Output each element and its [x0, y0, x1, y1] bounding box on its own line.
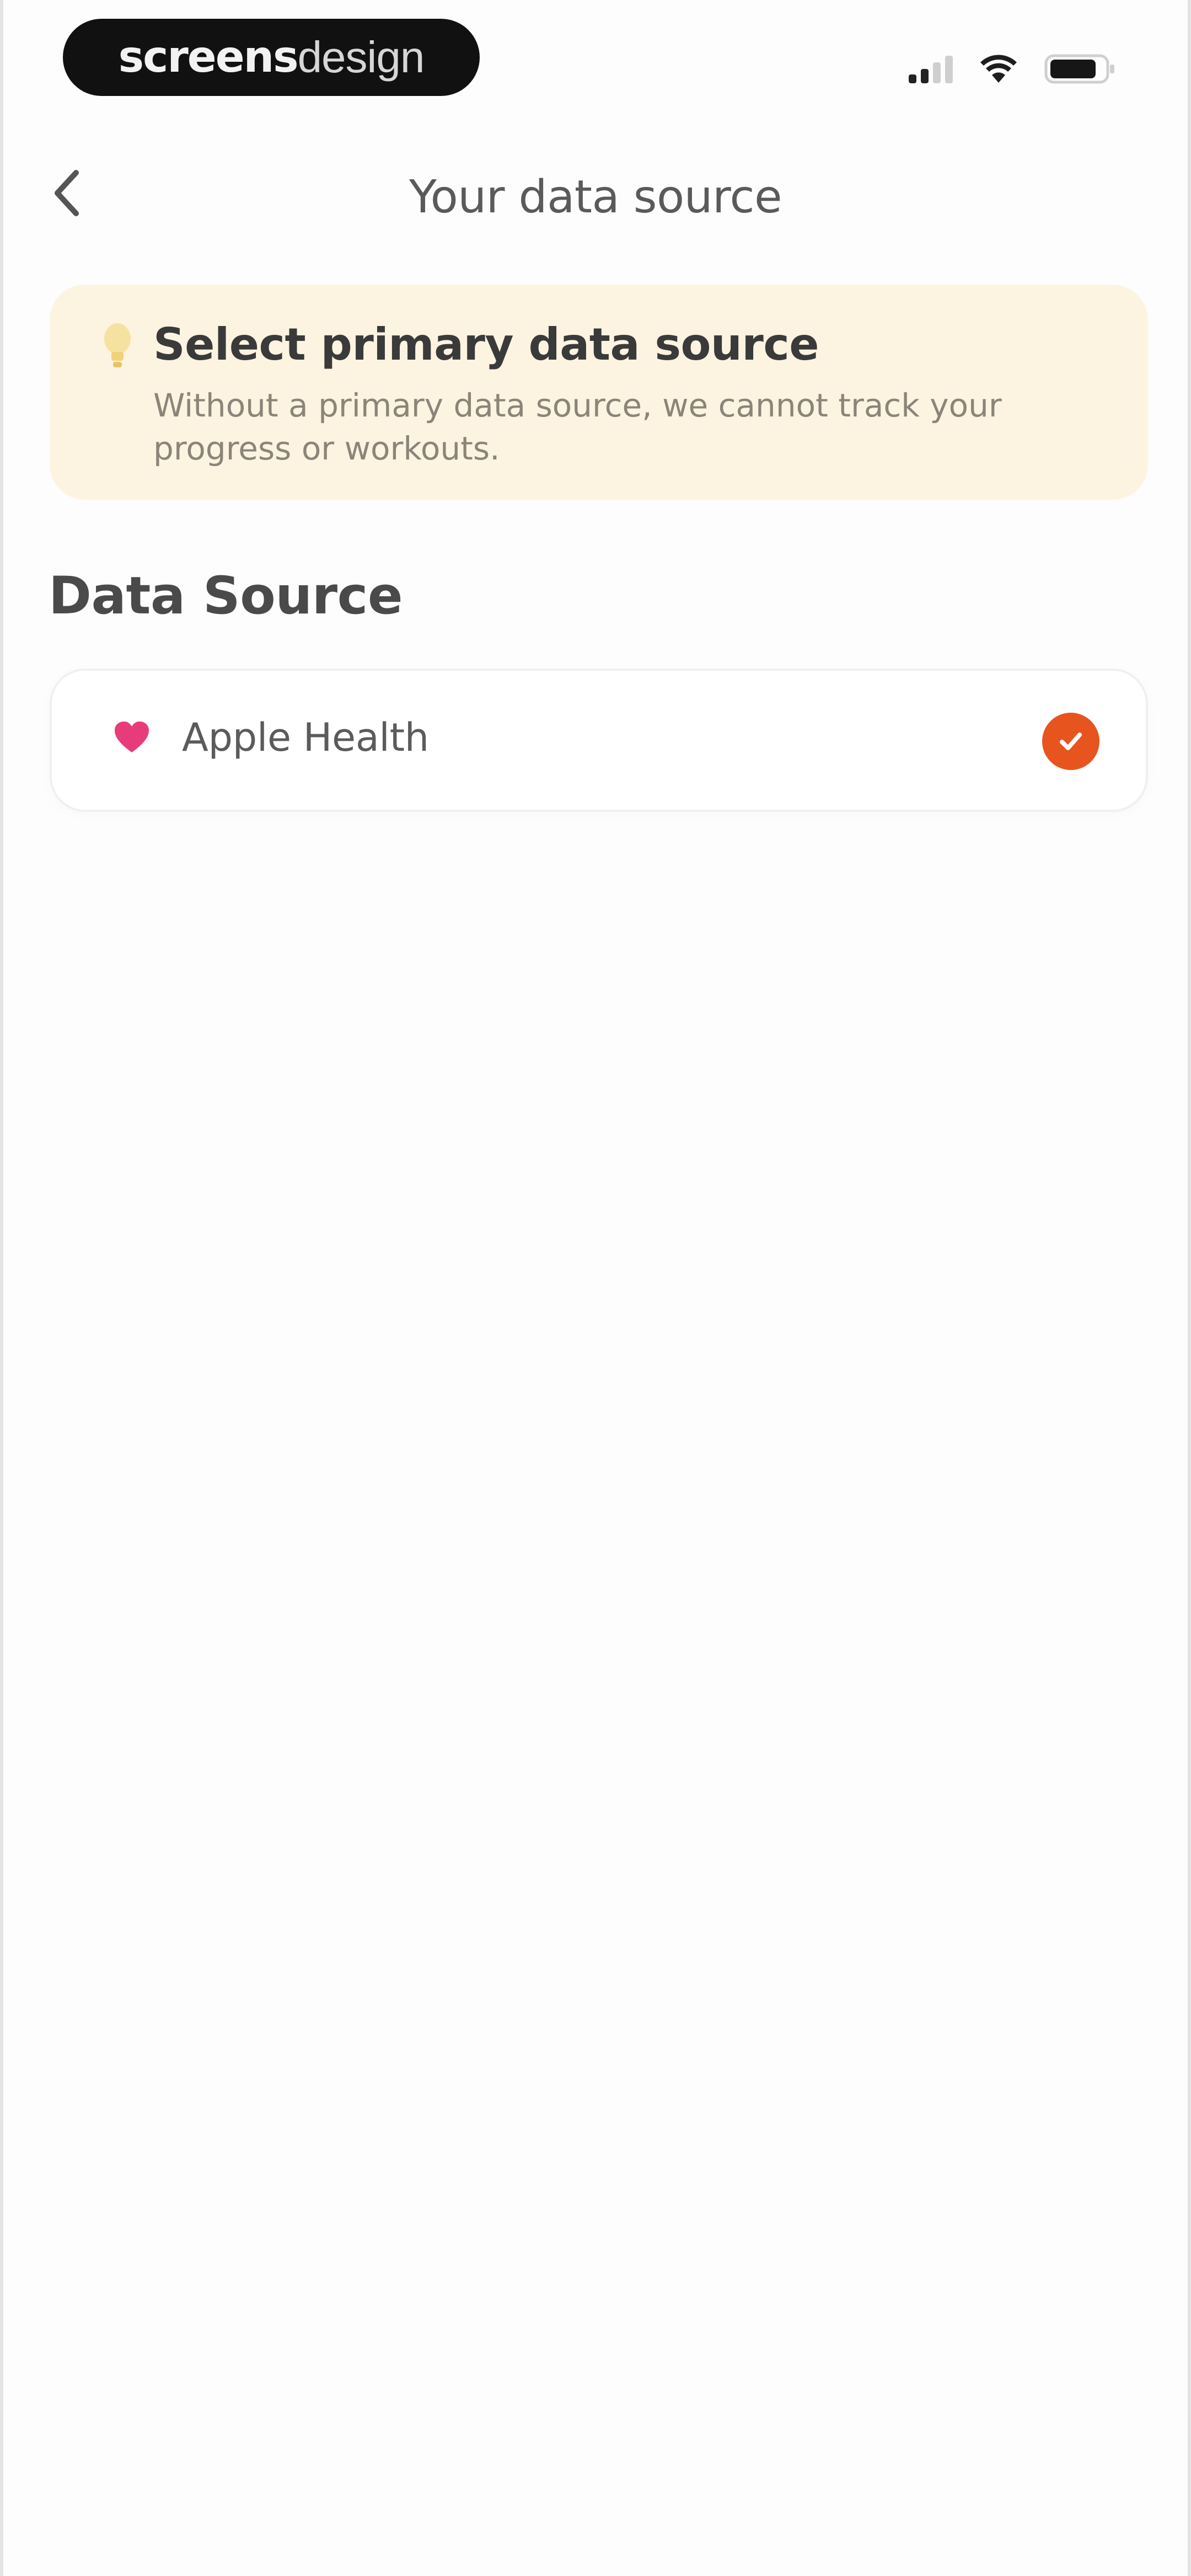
section-heading: Data Source [49, 566, 403, 626]
info-banner: Select primary data source Without a pri… [50, 285, 1148, 500]
status-bar: screens design [3, 0, 1188, 121]
app-screen: screens design Your data source Select p… [0, 0, 1191, 2576]
battery-icon [1044, 52, 1116, 85]
navigation-header: Your data source [3, 149, 1188, 237]
signal-icon [909, 55, 953, 83]
wifi-icon [979, 54, 1018, 84]
selected-check-icon [1042, 713, 1099, 770]
page-title: Your data source [409, 171, 782, 223]
brand-name-bold: screens [118, 33, 299, 82]
banner-title: Select primary data source [153, 319, 819, 370]
heart-icon [115, 722, 149, 752]
brand-name-light: design [297, 33, 425, 82]
brand-logo-pill: screens design [63, 19, 480, 96]
data-source-label: Apple Health [182, 715, 429, 760]
banner-description: Without a primary data source, we cannot… [153, 387, 1002, 467]
status-icons [909, 50, 1116, 88]
data-source-option-apple-health[interactable]: Apple Health [50, 669, 1148, 812]
lightbulb-icon [104, 323, 131, 367]
